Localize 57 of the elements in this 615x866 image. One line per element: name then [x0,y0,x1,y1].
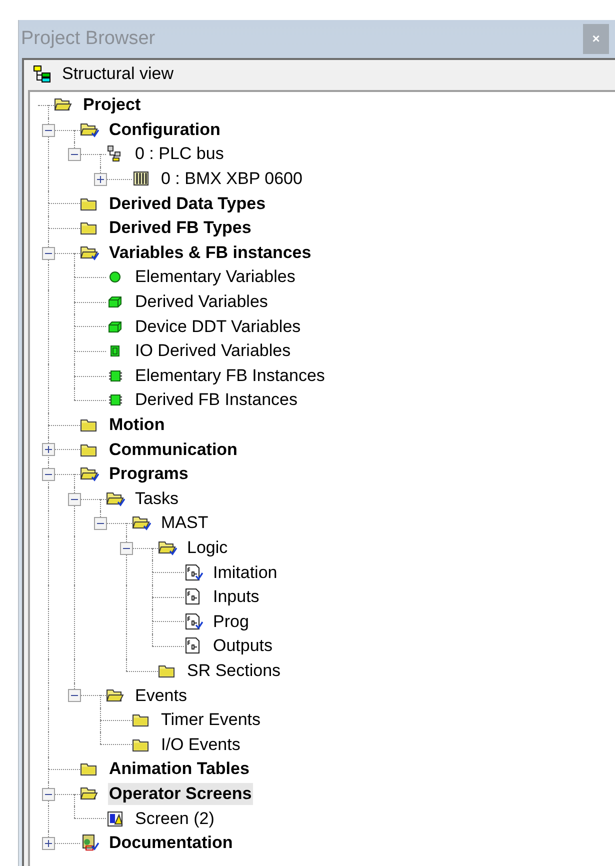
tree-item-label[interactable]: MAST [160,512,210,534]
collapse-toggle[interactable] [42,468,55,481]
view-label: Structural view [62,63,174,86]
collapse-toggle[interactable] [68,492,81,506]
tree-structure-icon [33,65,53,83]
tree-item-label[interactable]: Derived FB Types [108,217,252,240]
collapse-toggle[interactable] [120,542,133,555]
checked-folder-icon [158,538,177,557]
tree-item-label[interactable]: Events [134,684,188,707]
collapse-toggle[interactable] [42,246,55,260]
tree-item-label[interactable]: 0 : PLC bus [134,143,225,166]
tree-item-label[interactable]: Configuration [108,118,222,141]
tree-item-label[interactable]: Project [82,94,142,116]
checked-folder-icon [106,490,125,508]
checked-document-icon [184,564,203,582]
collapse-toggle[interactable] [94,517,107,530]
checked-folder-icon [80,244,99,262]
tree-item-label[interactable]: I/O Events [160,734,242,756]
tree-item-label[interactable]: Screen (2) [134,808,216,830]
tree-item-label[interactable]: Animation Tables [108,758,250,780]
checked-document-icon [80,834,99,852]
tree-item-label[interactable]: Motion [108,414,166,436]
tree-item-label[interactable]: Derived FB Instances [134,389,299,412]
tree-item-label[interactable]: Elementary FB Instances [134,364,326,387]
tree-item-label[interactable]: Outputs [212,635,274,658]
tree-item-label[interactable]: Programs [108,463,190,486]
tree-item-label[interactable]: Derived Data Types [108,192,267,215]
tree-item-label[interactable]: Tasks [134,488,180,510]
tree-item-label[interactable]: Operator Screens [108,782,253,805]
tree-item-label[interactable]: Imitation [212,562,278,584]
collapse-toggle[interactable] [68,689,81,702]
window-title: Project Browser [21,26,156,51]
rack-icon [132,170,151,188]
expand-toggle[interactable] [94,172,107,186]
collapse-toggle[interactable] [42,788,55,801]
expand-toggle[interactable] [42,443,55,456]
checked-folder-icon [132,514,151,532]
checked-document-icon [184,612,203,631]
tree-item-label[interactable]: Timer Events [160,709,262,732]
tree-item-label[interactable]: Inputs [212,586,260,608]
collapse-toggle[interactable] [42,124,55,137]
tree-item-label[interactable]: Prog [212,610,250,633]
checked-folder-icon [80,465,99,484]
tree-item-label[interactable]: Derived Variables [134,291,269,314]
screen-icon [106,810,125,828]
tree-item-label[interactable]: Variables & FB instances [108,242,312,264]
tree-item-label[interactable]: Communication [108,438,238,461]
tree-item-label[interactable]: 0 : BMX XBP 0600 [160,168,304,190]
checked-folder-icon [80,120,99,139]
tree-item-label[interactable]: IO Derived Variables [134,340,292,362]
tree-item-label[interactable]: SR Sections [186,660,282,682]
expand-toggle[interactable] [42,836,55,850]
collapse-toggle[interactable] [68,148,81,162]
tree-item-label[interactable]: Documentation [108,832,234,854]
tree-item-label[interactable]: Logic [186,536,229,559]
tree-item-label[interactable]: Elementary Variables [134,266,296,288]
tree-item-label[interactable]: Device DDT Variables [134,316,302,338]
